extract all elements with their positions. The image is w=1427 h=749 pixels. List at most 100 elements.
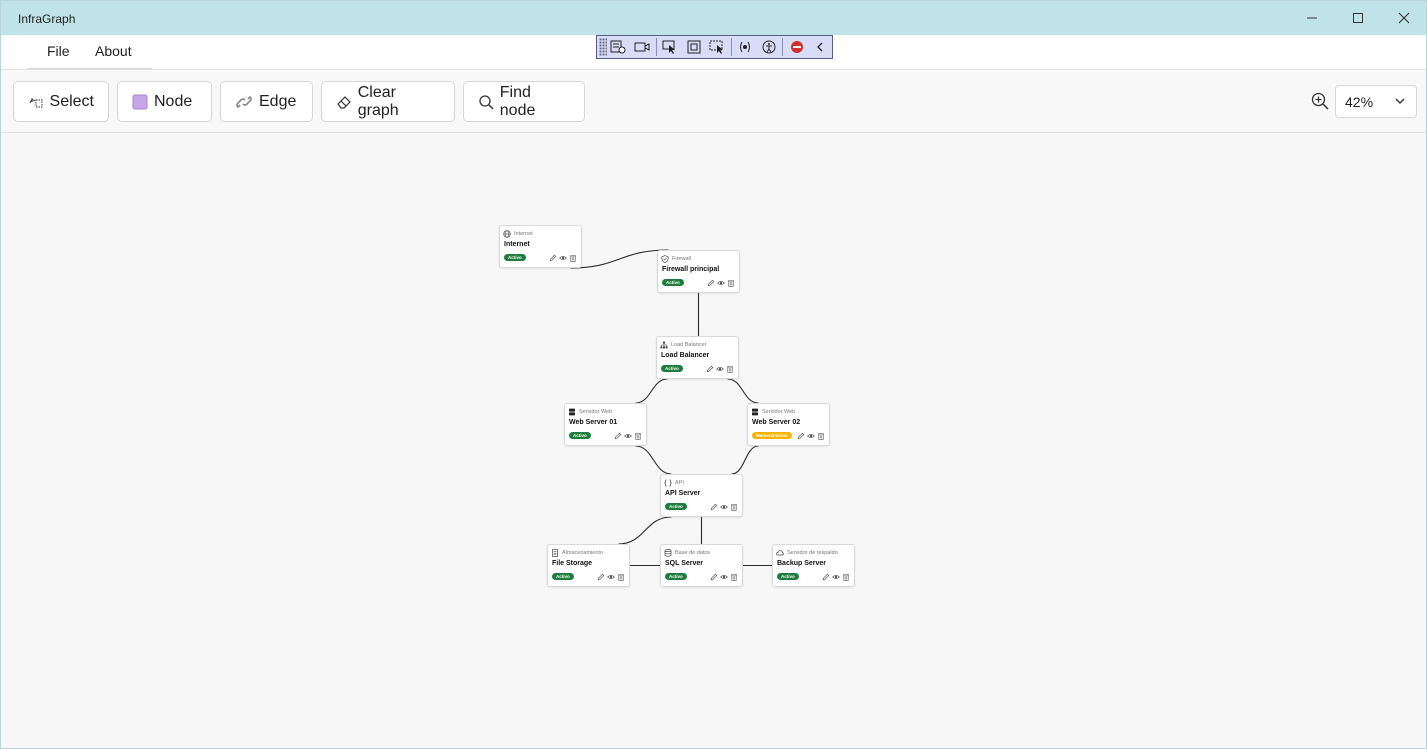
fb-layout-button[interactable] bbox=[682, 37, 705, 57]
menu-about[interactable]: About bbox=[95, 43, 132, 59]
node-name: Internet bbox=[504, 241, 530, 248]
edit-icon[interactable] bbox=[710, 573, 718, 581]
zoom-value: 42% bbox=[1345, 93, 1374, 110]
edge-web2-api[interactable] bbox=[731, 445, 759, 475]
node-name: SQL Server bbox=[665, 560, 704, 567]
view-icon[interactable] bbox=[832, 573, 840, 581]
node-type: Base de datos bbox=[664, 549, 710, 557]
edge-lb-web1[interactable] bbox=[635, 378, 668, 404]
app-window: InfraGraph File About Select Node Edge C… bbox=[0, 0, 1427, 749]
graph-canvas[interactable]: Internet Internet Activo Firewall Firewall p… bbox=[2, 133, 1426, 748]
add-edge-button[interactable]: Edge bbox=[220, 81, 313, 122]
edge-lb-web2[interactable] bbox=[727, 378, 759, 404]
zoom-select[interactable]: 42% bbox=[1335, 85, 1417, 118]
fb-live-tree-button[interactable] bbox=[607, 37, 630, 57]
node-name: Web Server 01 bbox=[569, 419, 618, 426]
network-icon bbox=[660, 341, 668, 349]
view-icon[interactable] bbox=[720, 573, 728, 581]
node-label: Node bbox=[154, 92, 193, 110]
view-icon[interactable] bbox=[559, 254, 567, 262]
tree-view-icon bbox=[610, 40, 626, 54]
delete-icon[interactable] bbox=[727, 279, 735, 287]
view-icon[interactable] bbox=[807, 432, 815, 440]
node-web2[interactable]: Servidor Web Web Server 02 Mantenimiento bbox=[747, 403, 830, 446]
shield-icon bbox=[661, 255, 669, 263]
status-badge: Activo bbox=[661, 365, 683, 372]
view-icon[interactable] bbox=[717, 279, 725, 287]
maximize-button[interactable] bbox=[1335, 1, 1381, 35]
view-icon[interactable] bbox=[607, 573, 615, 581]
zoom-in-icon[interactable] bbox=[1311, 92, 1329, 110]
title-bar[interactable]: InfraGraph bbox=[1, 1, 1426, 35]
node-actions bbox=[597, 573, 625, 581]
edge-internet-firewall[interactable] bbox=[570, 249, 669, 269]
node-internet[interactable]: Internet Internet Activo bbox=[499, 225, 582, 268]
node-type: Internet bbox=[503, 230, 533, 238]
delete-icon[interactable] bbox=[726, 365, 734, 373]
delete-icon[interactable] bbox=[569, 254, 577, 262]
camera-icon bbox=[634, 42, 650, 52]
fb-accessibility-button[interactable] bbox=[757, 37, 780, 57]
delete-icon[interactable] bbox=[842, 573, 850, 581]
edit-icon[interactable] bbox=[614, 432, 622, 440]
view-icon[interactable] bbox=[624, 432, 632, 440]
fb-collapse-button[interactable] bbox=[809, 37, 832, 57]
fb-record-button[interactable] bbox=[630, 37, 653, 57]
node-type: API bbox=[664, 479, 684, 487]
add-node-button[interactable]: Node bbox=[117, 81, 212, 122]
maximize-icon bbox=[1353, 13, 1363, 23]
delete-icon[interactable] bbox=[617, 573, 625, 581]
delete-icon[interactable] bbox=[817, 432, 825, 440]
no-entry-icon bbox=[790, 41, 803, 53]
delete-icon[interactable] bbox=[730, 503, 738, 511]
node-lb[interactable]: Load Balancer Load Balancer Activo bbox=[656, 336, 739, 379]
select-button[interactable]: Select bbox=[13, 81, 109, 122]
node-sql[interactable]: Base de datos SQL Server Activo bbox=[660, 544, 743, 587]
clear-graph-button[interactable]: Clear graph bbox=[321, 81, 455, 122]
node-files[interactable]: Almacenamiento File Storage Activo bbox=[547, 544, 630, 587]
focus-cursor-icon bbox=[709, 40, 723, 54]
menu-file[interactable]: File bbox=[47, 43, 70, 59]
node-backup[interactable]: Servidor de respaldo Backup Server Activo bbox=[772, 544, 855, 587]
edit-icon[interactable] bbox=[707, 279, 715, 287]
menu-divider bbox=[27, 68, 152, 69]
fb-errors-button[interactable] bbox=[785, 37, 808, 57]
fb-track-focus-button[interactable] bbox=[705, 37, 728, 57]
node-firewall[interactable]: Firewall Firewall principal Activo bbox=[657, 250, 740, 293]
edge-web1-api[interactable] bbox=[635, 445, 672, 475]
edit-icon[interactable] bbox=[822, 573, 830, 581]
edit-icon[interactable] bbox=[706, 365, 714, 373]
view-icon[interactable] bbox=[716, 365, 724, 373]
close-button[interactable] bbox=[1381, 1, 1427, 35]
accessibility-icon bbox=[762, 40, 776, 54]
node-actions bbox=[710, 573, 738, 581]
drag-handle[interactable] bbox=[599, 38, 607, 56]
fb-hot-reload-button[interactable] bbox=[734, 37, 757, 57]
node-type: Servidor Web bbox=[751, 408, 795, 416]
node-type: Firewall bbox=[661, 255, 691, 263]
server-icon bbox=[752, 408, 758, 416]
file-icon bbox=[552, 549, 558, 557]
node-api[interactable]: API API Server Activo bbox=[660, 474, 743, 517]
node-type: Servidor Web bbox=[568, 408, 612, 416]
node-actions bbox=[822, 573, 850, 581]
globe-icon bbox=[503, 230, 511, 238]
fb-select-element-button[interactable] bbox=[658, 37, 681, 57]
edit-icon[interactable] bbox=[797, 432, 805, 440]
node-name: Backup Server bbox=[777, 560, 827, 567]
find-node-label: Find node bbox=[499, 83, 536, 119]
find-node-button[interactable]: Find node bbox=[463, 81, 585, 122]
delete-icon[interactable] bbox=[730, 573, 738, 581]
view-icon[interactable] bbox=[720, 503, 728, 511]
select-label: Select bbox=[49, 92, 94, 110]
node-type: Almacenamiento bbox=[551, 549, 603, 557]
graph-edges bbox=[570, 249, 772, 567]
delete-icon[interactable] bbox=[634, 432, 642, 440]
edit-icon[interactable] bbox=[710, 503, 718, 511]
chevron-down-icon bbox=[1395, 98, 1405, 104]
edge-api-files[interactable] bbox=[618, 516, 672, 545]
edit-icon[interactable] bbox=[597, 573, 605, 581]
node-web1[interactable]: Servidor Web Web Server 01 Activo bbox=[564, 403, 647, 446]
edit-icon[interactable] bbox=[549, 254, 557, 262]
minimize-button[interactable] bbox=[1289, 1, 1335, 35]
